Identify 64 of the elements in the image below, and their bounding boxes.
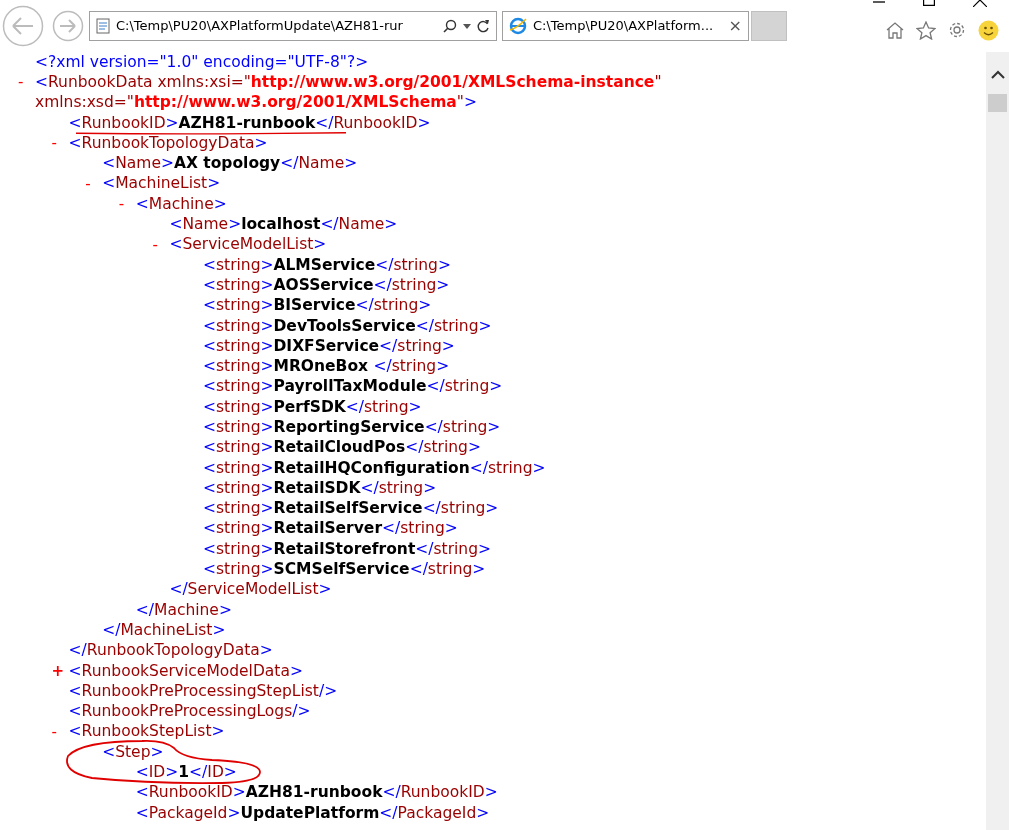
- collapse-toggle[interactable]: -: [51, 134, 57, 153]
- xml-line: xmlns:xsd="http://www.w3.org/2001/XMLSchema">: [35, 94, 477, 112]
- xml-line: <RunbookStepList>: [68, 723, 225, 741]
- xml-line: <ID>1</ID>: [135, 764, 237, 782]
- xml-line: <RunbookID>AZH81-runbook</RunbookID>: [68, 114, 431, 132]
- xml-line: <string>RetailSDK</string>: [203, 479, 437, 497]
- address-text: C:\Temp\PU20\AXPlatformUpdate\AZH81-rur: [116, 17, 404, 36]
- xml-line: <MachineList>: [102, 175, 221, 193]
- page-icon: [96, 18, 110, 34]
- xml-line: </ServiceModelList>: [169, 581, 332, 599]
- scrollbar[interactable]: [986, 52, 1009, 830]
- collapse-toggle[interactable]: -: [51, 722, 57, 741]
- xml-line: <string>MROneBox </string>: [203, 358, 450, 376]
- home-icon[interactable]: [885, 21, 905, 39]
- xml-line: <string>DevToolsService</string>: [203, 317, 492, 335]
- search-icon[interactable]: [443, 19, 457, 33]
- xml-line: <Name>localhost</Name>: [169, 216, 398, 233]
- xml-line: <RunbookServiceModelData>: [68, 662, 303, 680]
- xml-line: <Step>: [102, 743, 164, 761]
- xml-line: <RunbookData xmlns:xsi="http://www.w3.org/2001/XMLSchema-instance": [35, 73, 662, 91]
- xml-line: <string>RetailServer</string>: [203, 520, 458, 538]
- xml-line: <PackageId>UpdatePlatform</PackageId>: [135, 804, 490, 822]
- browser-tab[interactable]: C:\Temp\PU20\AXPlatform... ×: [502, 11, 749, 41]
- scroll-up-icon[interactable]: [990, 70, 1005, 79]
- globe-icon: [509, 17, 527, 35]
- maximize-icon[interactable]: [923, 0, 935, 6]
- xml-line: <string>RetailCloudPos</string>: [203, 439, 481, 457]
- xml-line: <string>ALMService</string>: [203, 256, 451, 274]
- xml-line: <ServiceModelList>: [169, 236, 327, 254]
- scrollbar-thumb[interactable]: [988, 94, 1007, 112]
- collapse-toggle[interactable]: -: [18, 73, 24, 92]
- xml-line: <string>RetailStorefront</string>: [203, 540, 492, 558]
- xml-line: <Name>AX topology</Name>: [102, 155, 358, 173]
- xml-line: <Machine>: [135, 195, 227, 213]
- xml-line: <string>ReportingService</string>: [203, 419, 501, 436]
- xml-line: <string>PerfSDK</string>: [203, 398, 422, 416]
- xml-line: <RunbookID>AZH81-runbook</RunbookID>: [135, 784, 498, 802]
- dropdown-caret-icon[interactable]: [463, 23, 471, 29]
- xml-line: <string>AOSService</string>: [203, 276, 450, 294]
- tab-title: C:\Temp\PU20\AXPlatform...: [533, 17, 715, 36]
- star-icon[interactable]: [916, 20, 936, 40]
- refresh-icon[interactable]: [477, 19, 490, 33]
- collapse-toggle[interactable]: -: [85, 174, 91, 193]
- minimize-icon[interactable]: [873, 0, 885, 4]
- xml-line: <string>RetailSelfService</string>: [203, 500, 499, 518]
- collapse-toggle[interactable]: -: [152, 235, 158, 254]
- settings-icon[interactable]: [947, 20, 967, 40]
- xml-line: <RunbookPreProcessingLogs/>: [68, 703, 311, 721]
- xml-line: <string>SCMSelfService</string>: [203, 561, 486, 579]
- xml-line: </Machine>: [135, 601, 232, 619]
- xml-line: <string>RetailHQConfiguration</string>: [203, 459, 546, 477]
- xml-line: <string>BIService</string>: [203, 297, 432, 315]
- xml-line: </MachineList>: [102, 621, 226, 639]
- expand-toggle[interactable]: +: [51, 662, 65, 681]
- address-bar[interactable]: C:\Temp\PU20\AXPlatformUpdate\AZH81-rur: [89, 11, 497, 41]
- xml-line: <?xml version="1.0" encoding="UTF-8"?>: [35, 53, 369, 71]
- xml-line: <RunbookPreProcessingStepList/>: [68, 682, 338, 700]
- collapse-toggle[interactable]: -: [118, 195, 125, 214]
- xml-line: <string>DIXFService</string>: [203, 337, 455, 355]
- tab-close-button[interactable]: ×: [728, 18, 742, 34]
- xml-line: <string>PayrollTaxModule</string>: [203, 378, 503, 396]
- smiley-icon[interactable]: [978, 19, 999, 41]
- xml-line: <RunbookTopologyData>: [68, 134, 268, 152]
- xml-line: </RunbookTopologyData>: [68, 642, 273, 660]
